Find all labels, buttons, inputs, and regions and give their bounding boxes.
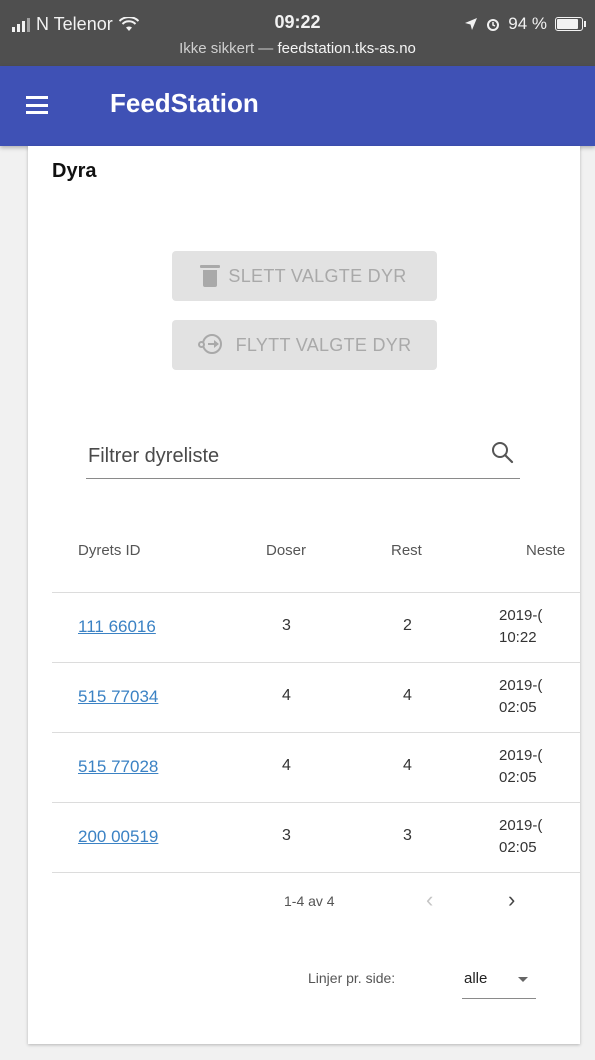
battery-icon	[555, 17, 586, 31]
column-header-id[interactable]: Dyrets ID	[78, 542, 141, 559]
trash-icon	[200, 265, 221, 287]
delete-selected-label: SLETT VALGTE DYR	[228, 265, 407, 286]
card-title: Dyra	[52, 160, 97, 182]
next-page-button[interactable]: ›	[508, 887, 515, 913]
doser-cell: 3	[282, 827, 291, 844]
filter-input[interactable]	[86, 438, 480, 474]
battery-percent: 94 %	[508, 14, 547, 33]
rows-per-page-select[interactable]: alle	[462, 960, 536, 999]
next-feeding-cell: 2019-( 02:05	[499, 675, 580, 719]
animal-id-link[interactable]: 200 00519	[78, 827, 158, 847]
rows-per-page-value: alle	[464, 970, 488, 987]
next-time: 02:05	[499, 769, 537, 786]
menu-icon[interactable]	[26, 96, 48, 114]
doser-cell: 3	[282, 617, 291, 634]
move-selected-label: FLYTT VALGTE DYR	[235, 334, 412, 355]
table-header: Dyrets ID Doser Rest Neste	[52, 518, 580, 593]
column-header-next[interactable]: Neste	[526, 542, 580, 559]
rest-cell: 3	[403, 827, 412, 844]
table-row: 515 77028 4 4 2019-( 02:05	[52, 733, 580, 803]
previous-page-button[interactable]: ‹	[426, 887, 433, 913]
next-date: 2019-(	[499, 677, 543, 694]
security-label: Ikke sikkert —	[179, 40, 274, 57]
next-date: 2019-(	[499, 747, 543, 764]
page-range: 1-4 av 4	[284, 893, 335, 909]
status-bar: N Telenor 09:22 Ikke sikkert — feedstati…	[0, 0, 595, 66]
alarm-icon	[487, 19, 500, 31]
next-time: 02:05	[499, 699, 537, 716]
move-selected-button[interactable]: FLYTT VALGTE DYR	[172, 320, 437, 370]
animals-card: Dyra SLETT VALGTE DYR FLYTT VALGTE DYR D…	[28, 146, 580, 1044]
table-row: 111 66016 3 2 2019-( 10:22	[52, 593, 580, 663]
table-row: 200 00519 3 3 2019-( 02:05	[52, 803, 580, 873]
filter-field	[86, 432, 520, 479]
column-header-doser[interactable]: Doser	[266, 542, 306, 559]
pagination: 1-4 av 4 ‹ ›	[28, 881, 580, 921]
next-date: 2019-(	[499, 607, 543, 624]
next-date: 2019-(	[499, 817, 543, 834]
animal-id-link[interactable]: 515 77028	[78, 757, 158, 777]
next-time: 10:22	[499, 629, 537, 646]
animal-id-link[interactable]: 111 66016	[78, 617, 156, 637]
table-row: 515 77034 4 4 2019-( 02:05	[52, 663, 580, 733]
animal-id-link[interactable]: 515 77034	[78, 687, 158, 707]
next-feeding-cell: 2019-( 02:05	[499, 815, 580, 859]
rest-cell: 4	[403, 757, 412, 774]
address-bar[interactable]: Ikke sikkert — feedstation.tks-as.no	[0, 40, 595, 57]
app-bar: FeedStation	[0, 66, 595, 146]
rest-cell: 2	[403, 617, 412, 634]
app-title: FeedStation	[110, 88, 259, 118]
search-icon[interactable]	[490, 440, 514, 464]
location-arrow-icon	[465, 18, 478, 30]
url-domain: feedstation.tks-as.no	[277, 40, 416, 57]
column-header-rest[interactable]: Rest	[391, 542, 422, 559]
next-feeding-cell: 2019-( 02:05	[499, 745, 580, 789]
delete-selected-button[interactable]: SLETT VALGTE DYR	[172, 251, 437, 301]
next-feeding-cell: 2019-( 10:22	[499, 605, 580, 649]
move-icon	[197, 334, 226, 356]
animal-table: Dyrets ID Doser Rest Neste 111 66016 3 2…	[52, 518, 580, 873]
caret-down-icon	[518, 977, 528, 982]
battery-level	[557, 19, 578, 29]
doser-cell: 4	[282, 757, 291, 774]
rest-cell: 4	[403, 687, 412, 704]
doser-cell: 4	[282, 687, 291, 704]
rows-per-page: Linjer pr. side: alle	[28, 958, 580, 1006]
next-time: 02:05	[499, 839, 537, 856]
rows-per-page-label: Linjer pr. side:	[308, 970, 396, 986]
